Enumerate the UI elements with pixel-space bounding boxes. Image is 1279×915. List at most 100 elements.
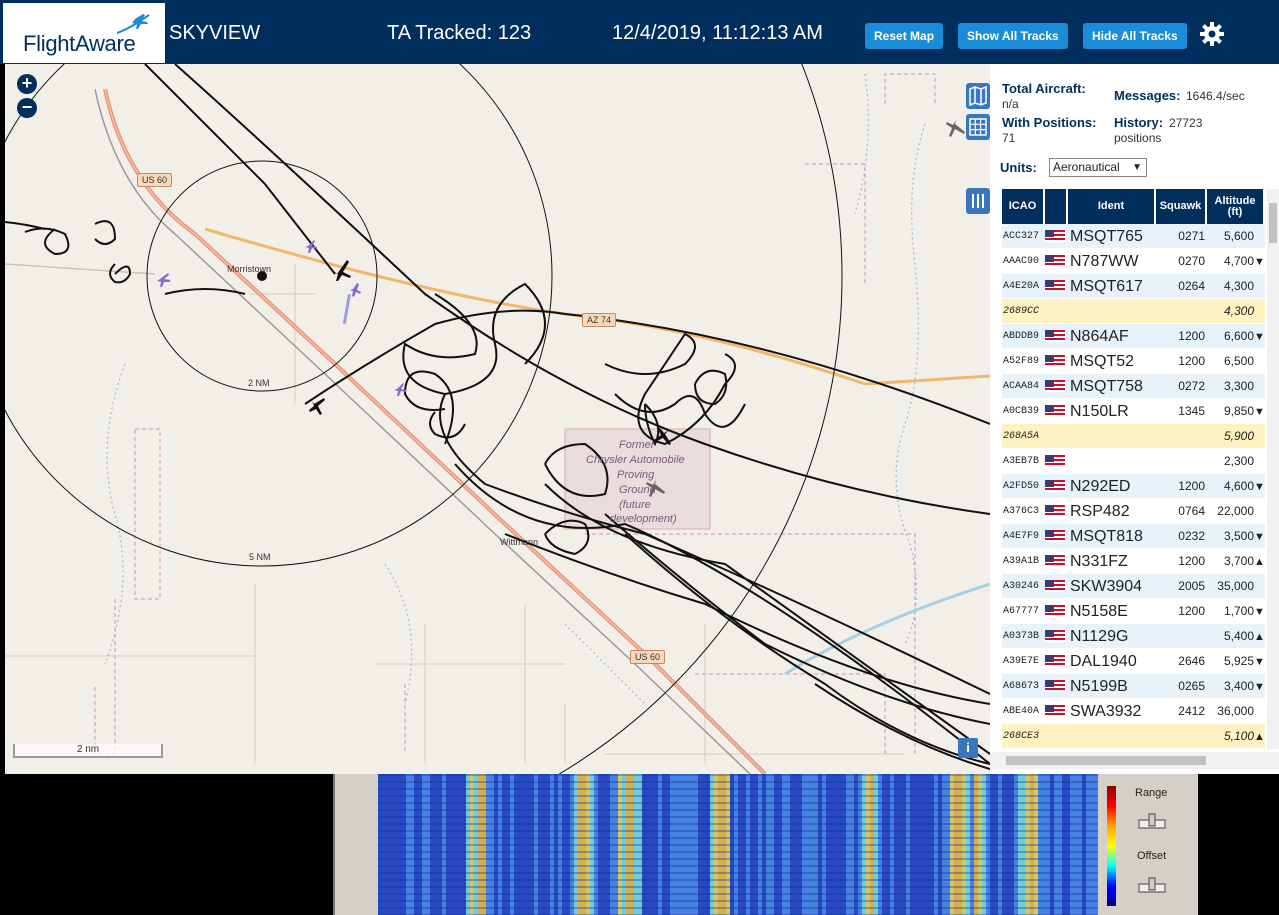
flag-cell [1045,574,1068,598]
us60-shield-south: US 60 [630,650,666,664]
history-value: 27723 [1169,116,1203,130]
icao-cell: A4E7F9 [1003,531,1040,542]
dropdown-arrow-icon: ▼ [1132,162,1142,173]
table-header: ICAO Ident Squawk Altitude (ft) [1002,189,1265,224]
grid-toggle-button[interactable] [966,114,990,140]
offset-slider[interactable] [1137,876,1167,896]
altitude-cell: 3,400▼ [1207,674,1265,698]
altitude-value: 5,400 [1223,629,1254,643]
altitude-cell: 2,300 [1207,449,1265,473]
altitude-cell: 5,400▲ [1207,624,1265,648]
icao-cell: ABDDB9 [1003,331,1040,342]
altitude-trend-icon: ▼ [1254,406,1265,418]
aircraft-row[interactable]: ABDDB9 N864AF 1200 6,600▼ [1002,324,1265,349]
us-flag-icon [1045,580,1065,592]
aircraft-row[interactable]: ACC327 MSQT765 0271 5,600 [1002,224,1265,249]
aircraft-row[interactable]: 268A5A 5,900 [1002,424,1265,449]
gear-icon[interactable] [1198,20,1226,48]
squawk-cell: 1200 [1178,554,1205,568]
squawk-cell: 1345 [1178,404,1205,418]
ident-cell: RSP482 [1070,503,1130,520]
waterfall-spectrum [378,774,1098,915]
flag-cell [1045,649,1068,673]
us-flag-icon [1045,680,1065,692]
table-horizontal-scrollbar[interactable] [990,752,1279,769]
us-flag-icon [1045,480,1065,492]
aircraft-row[interactable]: A68673 N5199B 0265 3,400▼ [1002,674,1265,699]
col-flag-header[interactable] [1045,189,1068,224]
aircraft-row[interactable]: ABE40A SWA3932 2412 36,000 [1002,699,1265,724]
aircraft-row[interactable]: A30246 SKW3904 2005 35,000 [1002,574,1265,599]
col-ident-header[interactable]: Ident [1068,189,1156,224]
aircraft-row[interactable]: A4E20A MSQT617 0264 4,300 [1002,274,1265,299]
aircraft-row[interactable]: A376C3 RSP482 0764 22,000 [1002,499,1265,524]
aircraft-row[interactable]: 268CE3 5,100▲ [1002,724,1265,749]
altitude-value: 3,500 [1223,529,1254,543]
town-morristown: Morristown [227,264,272,274]
flag-cell [1045,524,1068,548]
table-vertical-scrollbar[interactable] [1267,189,1279,749]
aircraft-row[interactable]: A39E7E DAL1940 2646 5,925▼ [1002,649,1265,674]
map-view[interactable]: US 60 US 60 AZ 74 Morristown Wittmann Fo… [5,64,990,774]
ident-cell: N864AF [1070,328,1129,345]
aircraft-row[interactable]: A0CB39 N150LR 1345 9,850▼ [1002,399,1265,424]
ident-cell: DAL1940 [1070,653,1137,670]
altitude-cell: 4,300 [1207,299,1265,323]
ident-cell: N150LR [1070,403,1129,420]
reset-map-button[interactable]: Reset Map [865,23,944,49]
zoom-out-button[interactable]: − [17,98,37,118]
altitude-cell: 5,900 [1207,424,1265,448]
info-button[interactable]: i [958,738,978,758]
aircraft-row[interactable]: A3EB7B 2,300 [1002,449,1265,474]
scroll-thumb[interactable] [1269,203,1277,243]
units-select[interactable]: Aeronautical ▼ [1049,158,1147,177]
aircraft-row[interactable]: A52F89 MSQT52 1200 6,500 [1002,349,1265,374]
icao-cell: ABE40A [1003,706,1040,717]
aircraft-row[interactable]: ACAA84 MSQT758 0272 3,300 [1002,374,1265,399]
squawk-cell [1156,449,1207,473]
squawk-cell: 0271 [1178,229,1205,243]
altitude-trend-icon: ▼ [1254,681,1265,693]
aircraft-row[interactable]: 2689CC 4,300 [1002,299,1265,324]
col-altitude-header[interactable]: Altitude (ft) [1207,189,1265,224]
altitude-cell: 5,100▲ [1207,724,1265,748]
ident-cell: SKW3904 [1070,578,1143,595]
aircraft-row[interactable]: AAAC90 N787WW 0270 4,700▼ [1002,249,1265,274]
zoom-in-button[interactable]: + [17,74,37,94]
aircraft-row[interactable]: A2FD50 N292ED 1200 4,600▼ [1002,474,1265,499]
map-layers-button[interactable] [966,83,990,109]
squawk-cell [1156,299,1207,323]
icao-cell: 268A5A [1003,431,1040,442]
aircraft-row[interactable]: A0373B N1129G 5,400▲ [1002,624,1265,649]
map-canvas[interactable] [5,64,990,774]
flightaware-logo[interactable]: FlightAware [3,3,165,63]
ident-cell [1068,299,1156,323]
aircraft-row[interactable]: A4E7F9 MSQT818 0232 3,500▼ [1002,524,1265,549]
poi-future: (future [619,499,651,511]
range-ring-2nm-label: 2 NM [248,378,270,388]
altitude-trend-icon: ▼ [1254,331,1265,343]
ident-cell: MSQT758 [1070,378,1143,395]
col-icao-header[interactable]: ICAO [1002,189,1045,224]
squawk-cell: 0272 [1178,379,1205,393]
aircraft-row[interactable]: A67777 N5158E 1200 1,700▼ [1002,599,1265,624]
flag-cell [1045,724,1068,748]
poi-proving: Proving [617,469,655,481]
altitude-value: 3,700 [1223,554,1254,568]
aircraft-row[interactable]: A39A1B N331FZ 1200 3,700▲ [1002,549,1265,574]
squawk-cell: 1200 [1178,329,1205,343]
poi-chrysler: Chrysler Automobile [586,454,685,466]
aircraft-table: ICAO Ident Squawk Altitude (ft) ACC327 MS… [1002,189,1265,774]
altitude-cell: 22,000 [1207,499,1265,523]
show-all-tracks-button[interactable]: Show All Tracks [958,23,1068,49]
flag-cell [1045,349,1068,373]
column-toggle-button[interactable] [966,188,990,214]
icao-cell: A30246 [1003,581,1040,592]
hscroll-thumb[interactable] [1006,756,1206,765]
squawk-cell: 1200 [1178,479,1205,493]
squawk-cell: 1200 [1178,604,1205,618]
hide-all-tracks-button[interactable]: Hide All Tracks [1083,23,1187,49]
range-slider[interactable] [1137,812,1167,832]
altitude-value: 35,000 [1217,579,1254,593]
col-squawk-header[interactable]: Squawk [1156,189,1207,224]
